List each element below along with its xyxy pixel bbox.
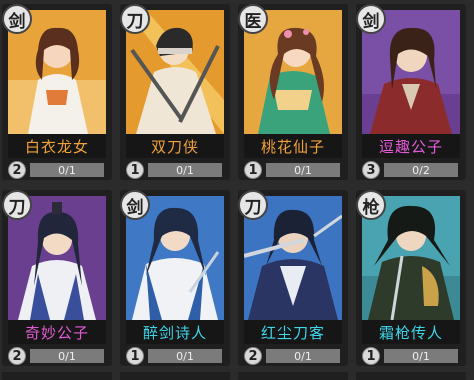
sword-class-badge: 剑 [120,190,150,220]
medic-class-badge: 医 [238,4,268,34]
fragment-progress: 0/1 [384,349,458,363]
hero-card[interactable]: 刀 红尘刀客 2 0/1 [238,190,348,366]
hero-card[interactable]: 剑 逗趣公子 3 0/2 [356,4,466,180]
sword-class-badge: 剑 [356,4,386,34]
level-badge: 1 [126,347,144,365]
fragment-progress: 0/1 [30,349,104,363]
fragment-progress: 0/1 [266,349,340,363]
hero-name: 双刀侠 [126,134,224,158]
blade-class-badge: 刀 [2,190,32,220]
fragment-progress: 0/1 [148,163,222,177]
hero-status: 1 0/1 [126,347,224,365]
fragment-progress: 0/1 [30,163,104,177]
hero-status: 2 0/1 [8,347,106,365]
level-badge: 3 [362,161,380,179]
hero-name: 醉剑诗人 [126,320,224,344]
level-badge: 2 [8,347,26,365]
blade-class-badge: 刀 [120,4,150,34]
hero-name: 白衣龙女 [8,134,106,158]
hero-name: 逗趣公子 [362,134,460,158]
level-badge: 1 [244,161,262,179]
hero-card-next-row [2,372,112,380]
hero-name: 桃花仙子 [244,134,342,158]
level-badge: 1 [126,161,144,179]
blade-class-badge: 刀 [238,190,268,220]
hero-status: 3 0/2 [362,161,460,179]
hero-name: 奇妙公子 [8,320,106,344]
sword-class-badge: 剑 [2,4,32,34]
hero-card[interactable]: 剑 醉剑诗人 1 0/1 [120,190,230,366]
level-badge: 1 [362,347,380,365]
hero-card-next-row [238,372,348,380]
hero-card[interactable]: 刀 奇妙公子 2 0/1 [2,190,112,366]
hero-status: 1 0/1 [244,161,342,179]
fragment-progress: 0/1 [266,163,340,177]
hero-card-next-row [120,372,230,380]
hero-name: 霜枪传人 [362,320,460,344]
level-badge: 2 [8,161,26,179]
hero-card-grid: 剑 白衣龙女 2 0/1 刀 双刀侠 1 0/1 医 桃花仙子 1 0/1 剑 … [0,0,474,380]
level-badge: 2 [244,347,262,365]
hero-status: 1 0/1 [126,161,224,179]
hero-card[interactable]: 刀 双刀侠 1 0/1 [120,4,230,180]
hero-name: 红尘刀客 [244,320,342,344]
hero-card[interactable]: 剑 白衣龙女 2 0/1 [2,4,112,180]
hero-status: 2 0/1 [8,161,106,179]
hero-card[interactable]: 医 桃花仙子 1 0/1 [238,4,348,180]
hero-status: 1 0/1 [362,347,460,365]
hero-status: 2 0/1 [244,347,342,365]
fragment-progress: 0/1 [148,349,222,363]
spear-class-badge: 枪 [356,190,386,220]
hero-card-next-row [356,372,466,380]
hero-card[interactable]: 枪 霜枪传人 1 0/1 [356,190,466,366]
fragment-progress: 0/2 [384,163,458,177]
